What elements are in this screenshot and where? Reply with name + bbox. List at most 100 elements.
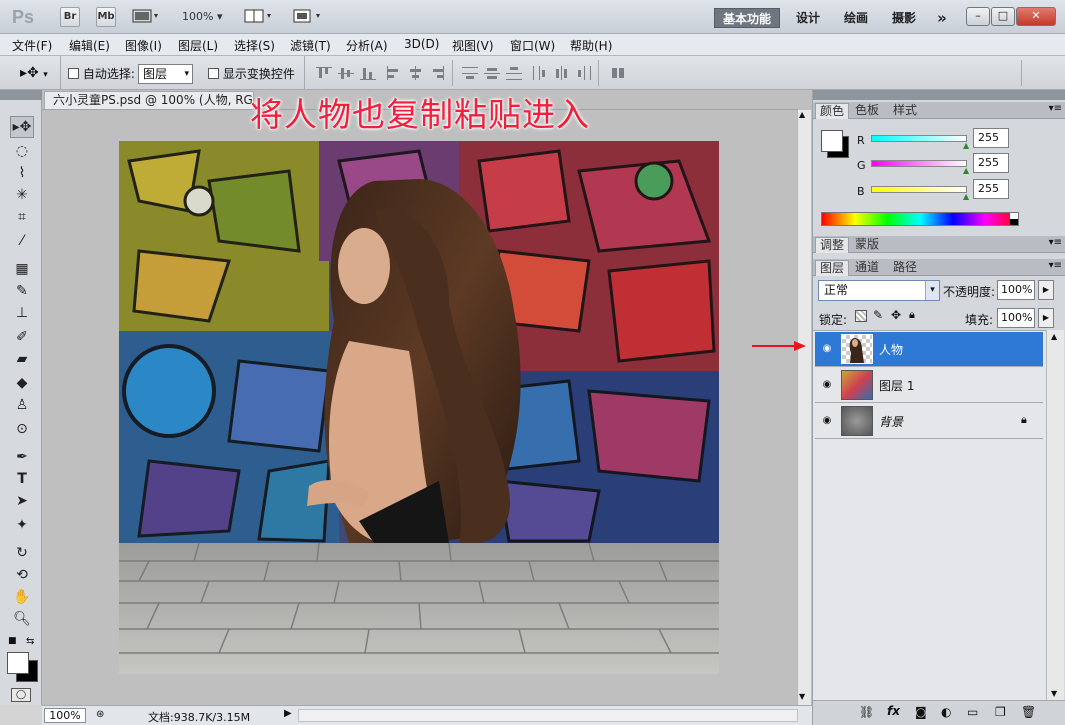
panel-menu-icon[interactable]: ▾≡ [1049, 260, 1062, 271]
tab-paths[interactable]: 路径 [889, 260, 921, 276]
menu-layer[interactable]: 图层(L) [178, 37, 218, 54]
history-brush-tool[interactable]: ✐ [10, 326, 34, 348]
type-tool[interactable]: T [10, 468, 34, 490]
show-transform-controls-checkbox[interactable]: 显示变换控件 [208, 66, 295, 83]
red-slider[interactable] [871, 135, 967, 142]
auto-align-layers-icon[interactable] [610, 66, 626, 80]
fill-field[interactable]: 100% [997, 308, 1035, 328]
menu-edit[interactable]: 编辑(E) [69, 37, 110, 54]
default-colors-icon[interactable]: ■ [8, 636, 17, 646]
blue-slider[interactable] [871, 186, 967, 193]
brush-tool[interactable]: ✎ [10, 280, 34, 302]
red-value-field[interactable]: 255 [973, 128, 1009, 148]
distribute-hcenter-icon[interactable] [554, 66, 570, 80]
distribute-bottom-icon[interactable] [506, 66, 522, 80]
lock-all-icon[interactable]: 🔒︎ [909, 308, 915, 322]
panel-menu-icon[interactable]: ▾≡ [1049, 237, 1062, 248]
green-slider[interactable] [871, 160, 967, 167]
workspace-essentials[interactable]: 基本功能 [714, 8, 780, 28]
hand-tool[interactable]: ✋ [10, 586, 34, 608]
sponge-tool[interactable]: ⊙ [10, 418, 34, 440]
3d-orbit-tool[interactable]: ⟲ [10, 564, 34, 586]
workspace-painting[interactable]: 绘画 [836, 8, 876, 28]
maximize-button[interactable]: □ [991, 7, 1015, 26]
lock-pixels-icon[interactable]: ✎ [873, 308, 883, 322]
menu-analysis[interactable]: 分析(A) [346, 37, 388, 54]
more-workspaces-button[interactable]: » [930, 8, 954, 28]
trash-icon[interactable]: 🗑︎ [1021, 705, 1036, 719]
clone-stamp-tool[interactable]: ⊥ [10, 302, 34, 324]
align-right-icon[interactable] [430, 66, 446, 80]
opacity-field[interactable]: 100% [997, 280, 1035, 300]
workspace-photography[interactable]: 摄影 [884, 8, 924, 28]
crop-tool[interactable]: ⌗ [10, 206, 34, 228]
scroll-down-icon[interactable]: ▼ [1051, 689, 1057, 698]
new-layer-icon[interactable]: ❐ [995, 705, 1006, 719]
shape-tool[interactable]: ✦ [10, 514, 34, 536]
lock-position-icon[interactable]: ✥ [891, 308, 901, 322]
close-button[interactable]: ✕ [1016, 7, 1056, 26]
lasso-tool[interactable]: ⌇ [10, 162, 34, 184]
scroll-up-icon[interactable]: ▲ [799, 110, 805, 119]
menu-select[interactable]: 选择(S) [234, 37, 275, 54]
scroll-down-icon[interactable]: ▼ [799, 692, 805, 701]
path-selection-tool[interactable]: ➤ [10, 490, 34, 512]
color-spectrum-bar[interactable] [821, 212, 1019, 226]
fill-slider-arrow-icon[interactable]: ▶ [1038, 308, 1054, 328]
paint-bucket-tool[interactable]: ◆ [10, 372, 34, 394]
tab-layers[interactable]: 图层 [815, 260, 850, 276]
document-tab[interactable]: 六小灵童PS.psd @ 100% (人物, RGB [44, 91, 254, 109]
menu-3d[interactable]: 3D(D) [404, 37, 439, 51]
bridge-button[interactable]: Br [60, 7, 80, 27]
visibility-eye-icon[interactable]: ◉ [819, 379, 835, 391]
align-bottom-icon[interactable] [360, 66, 376, 80]
menu-view[interactable]: 视图(V) [452, 37, 494, 54]
auto-select-checkbox[interactable]: 自动选择: [68, 66, 135, 83]
distribute-top-icon[interactable] [462, 66, 478, 80]
minimize-button[interactable]: – [966, 7, 990, 26]
quick-mask-button[interactable]: ◯ [11, 688, 31, 702]
panel-menu-icon[interactable]: ▾≡ [1049, 103, 1062, 114]
mask-icon[interactable]: ◙ [915, 705, 927, 719]
align-top-icon[interactable] [316, 66, 332, 80]
screen-mode-dropdown[interactable] [292, 8, 326, 26]
align-left-icon[interactable] [386, 66, 402, 80]
document-canvas[interactable] [119, 141, 719, 674]
workspace-design[interactable]: 设计 [788, 8, 828, 28]
status-info-icon[interactable]: ⊛ [96, 709, 104, 720]
auto-select-target-dropdown[interactable]: 图层 ▾ [138, 64, 193, 84]
tab-adjustments[interactable]: 调整 [815, 237, 850, 253]
marquee-tool[interactable]: ◌ [10, 140, 34, 162]
tab-styles[interactable]: 样式 [889, 103, 921, 119]
arrange-documents-dropdown[interactable] [244, 8, 278, 26]
magic-wand-tool[interactable]: ✳ [10, 184, 34, 206]
layers-scrollbar[interactable]: ▲ ▼ [1046, 330, 1064, 700]
view-extras-dropdown[interactable] [132, 8, 164, 26]
layer-row[interactable]: ◉ 人物 [815, 332, 1043, 367]
tab-swatches[interactable]: 色板 [851, 103, 883, 119]
adjustment-icon[interactable]: ◐ [941, 705, 951, 719]
menu-filter[interactable]: 滤镜(T) [290, 37, 331, 54]
pen-tool[interactable]: ✒ [10, 446, 34, 468]
fg-color-swatch[interactable] [821, 130, 843, 152]
layer-row[interactable]: ◉ 图层 1 [815, 368, 1043, 403]
foreground-color-swatch[interactable] [7, 652, 29, 674]
opacity-slider-arrow-icon[interactable]: ▶ [1038, 280, 1054, 300]
green-value-field[interactable]: 255 [973, 153, 1009, 173]
move-tool-preset-picker[interactable]: ▸✥ ▾ [20, 65, 48, 81]
blend-mode-dropdown[interactable]: 正常 ▾ [818, 280, 940, 301]
layer-row[interactable]: ◉ 背景 🔒︎ [815, 404, 1043, 439]
move-tool[interactable]: ▸✥ [10, 116, 34, 138]
align-vcenter-icon[interactable] [338, 66, 354, 80]
horizontal-scrollbar[interactable] [298, 709, 798, 722]
eraser-tool[interactable]: ▰ [10, 348, 34, 370]
minibridge-button[interactable]: Mb [96, 7, 116, 27]
menu-file[interactable]: 文件(F) [12, 37, 52, 54]
align-hcenter-icon[interactable] [408, 66, 424, 80]
link-icon[interactable]: ⛓ [859, 705, 874, 719]
status-menu-arrow-icon[interactable]: ▶ [284, 708, 292, 719]
menu-window[interactable]: 窗口(W) [510, 37, 555, 54]
tab-masks[interactable]: 蒙版 [851, 237, 883, 253]
toolbox-grip[interactable] [0, 90, 42, 100]
distribute-right-icon[interactable] [576, 66, 592, 80]
